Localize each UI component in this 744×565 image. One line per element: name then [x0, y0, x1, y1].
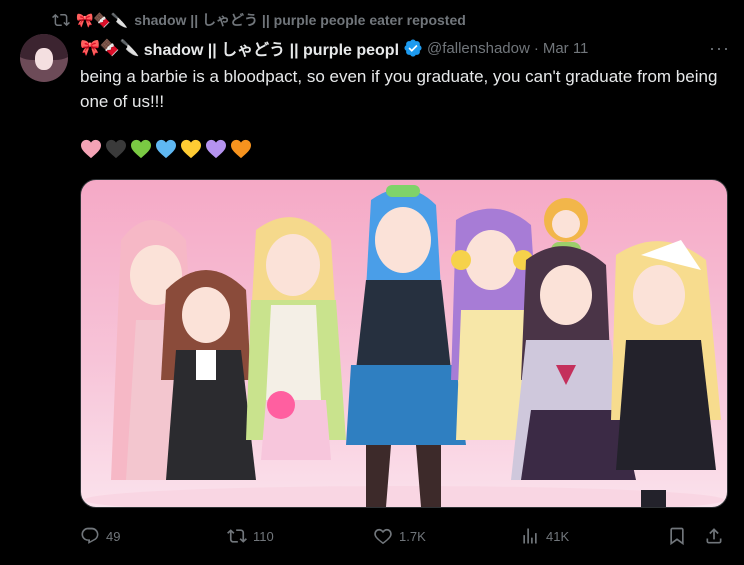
bookmark-icon: [670, 527, 684, 546]
name-emojis: 🎀🍫🔪: [80, 40, 140, 57]
green-heart-icon: [131, 139, 151, 159]
black-heart-icon: [106, 139, 126, 159]
character-blue-hair: [346, 185, 466, 507]
bookmark-button[interactable]: [667, 526, 687, 546]
yellow-heart-icon: [181, 139, 201, 159]
like-button[interactable]: 1.7K: [373, 526, 426, 546]
orange-heart-icon: [231, 139, 251, 159]
repost-icon: [227, 529, 247, 543]
action-bar: 49 110 1.7K 41K: [80, 522, 730, 550]
pink-heart-icon: [81, 139, 101, 159]
character-brown-hair: [161, 270, 256, 480]
separator-dot: ·: [533, 39, 539, 57]
heart-emoji-row: [80, 139, 252, 159]
repost-text[interactable]: shadow || しゃどう || purple people eater re…: [134, 10, 466, 30]
repost-count: 110: [253, 528, 274, 544]
purple-heart-icon: [206, 139, 226, 159]
reply-icon: [81, 527, 99, 544]
heart-icon: [374, 528, 392, 545]
tweet-text: being a barbie is a bloodpact, so even i…: [80, 67, 718, 111]
verified-badge-icon[interactable]: [403, 38, 423, 58]
share-icon: [706, 528, 722, 544]
repost-button[interactable]: 110: [227, 526, 274, 546]
character-blonde-green: [246, 217, 346, 460]
avatar[interactable]: [20, 34, 68, 82]
blue-heart-icon: [156, 139, 176, 159]
repost-emojis: 🎀🍫🔪: [76, 11, 129, 28]
like-count: 1.7K: [399, 528, 426, 544]
character-blonde-black: [611, 240, 721, 507]
tweet-image[interactable]: [80, 179, 728, 508]
display-name[interactable]: shadow || しゃどう || purple peopl: [144, 36, 399, 60]
more-options-icon[interactable]: ···: [709, 38, 730, 59]
handle[interactable]: @fallenshadow: [427, 40, 530, 57]
anime-group-illustration: [84, 185, 724, 507]
timestamp[interactable]: Mar 11: [543, 40, 589, 57]
reply-button[interactable]: 49: [80, 526, 120, 546]
views-chart-icon: [523, 528, 537, 544]
reply-count: 49: [106, 528, 121, 544]
share-button[interactable]: [704, 526, 724, 546]
repost-indicator[interactable]: 🎀🍫🔪 shadow || しゃどう || purple people eate…: [52, 8, 466, 32]
views-button[interactable]: 41K: [520, 526, 569, 546]
tweet-header: 🎀🍫🔪 shadow || しゃどう || purple peopl @fall…: [80, 36, 730, 60]
repost-icon: [52, 13, 70, 27]
views-count: 41K: [546, 528, 570, 544]
